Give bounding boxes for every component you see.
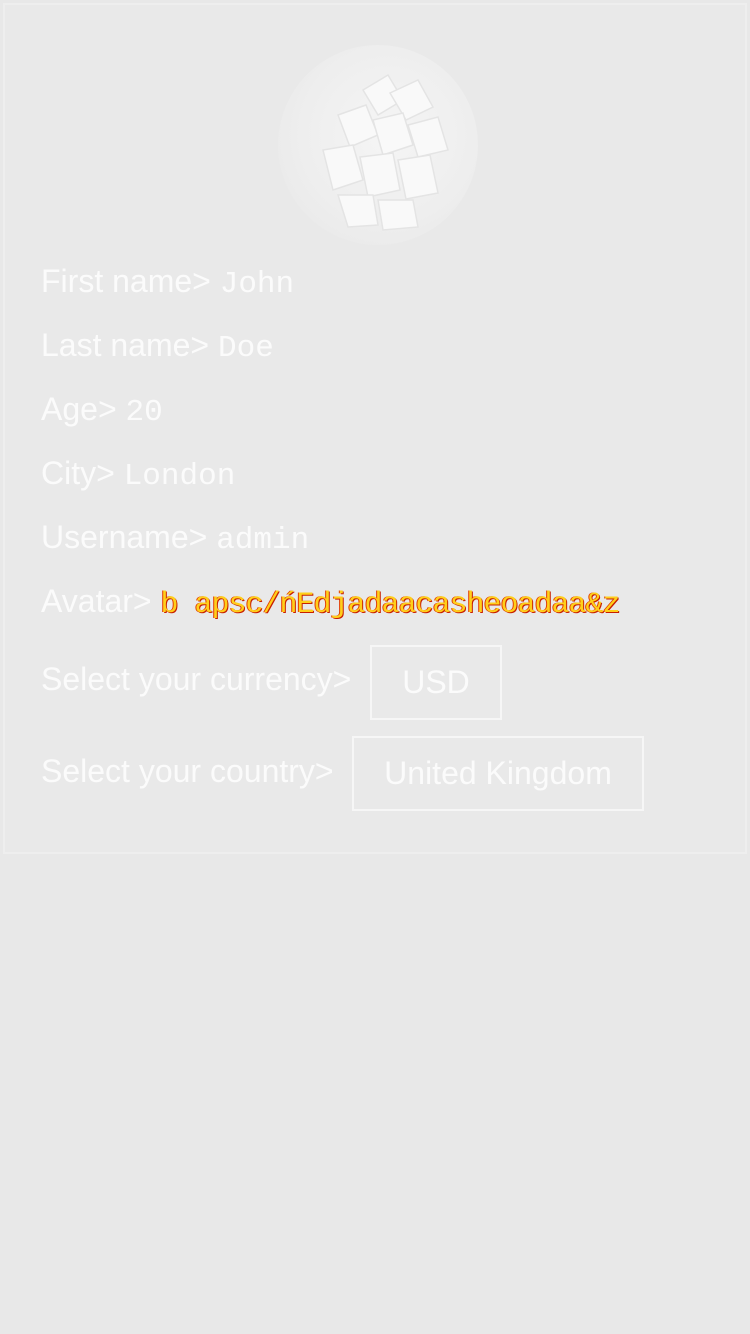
city-label: City>: [41, 455, 115, 491]
currency-label: Select your currency>: [41, 661, 352, 697]
first-name-label: First name>: [41, 263, 211, 299]
age-value: 20: [125, 395, 163, 430]
mango-photo-icon: [322, 73, 449, 231]
age-label: Age>: [41, 391, 117, 427]
avatar-url-row: Avatar> b apsc/ńEdjadaacasheoadaa&z: [41, 581, 621, 625]
currency-select[interactable]: USD: [370, 645, 502, 720]
avatar-url-value: b apsc/ńEdjadaacasheoadaa&z: [160, 588, 620, 622]
avatar: [278, 45, 478, 245]
avatar-url-label: Avatar>: [41, 583, 152, 619]
city-row: City> London: [41, 453, 235, 497]
country-select[interactable]: United Kingdom: [352, 736, 644, 811]
country-label: Select your country>: [41, 753, 334, 789]
last-name-value: Doe: [218, 331, 274, 366]
first-name-value: John: [219, 267, 295, 302]
username-value: admin: [216, 523, 310, 558]
username-row: Username> admin: [41, 517, 309, 561]
first-name-row: First name> John: [41, 261, 294, 305]
username-label: Username>: [41, 519, 208, 555]
city-value: London: [123, 459, 236, 494]
last-name-label: Last name>: [41, 327, 210, 363]
currency-selected-value: USD: [402, 664, 470, 700]
age-row: Age> 20: [41, 389, 163, 433]
last-name-row: Last name> Doe: [41, 325, 274, 369]
country-selected-value: United Kingdom: [384, 755, 612, 791]
